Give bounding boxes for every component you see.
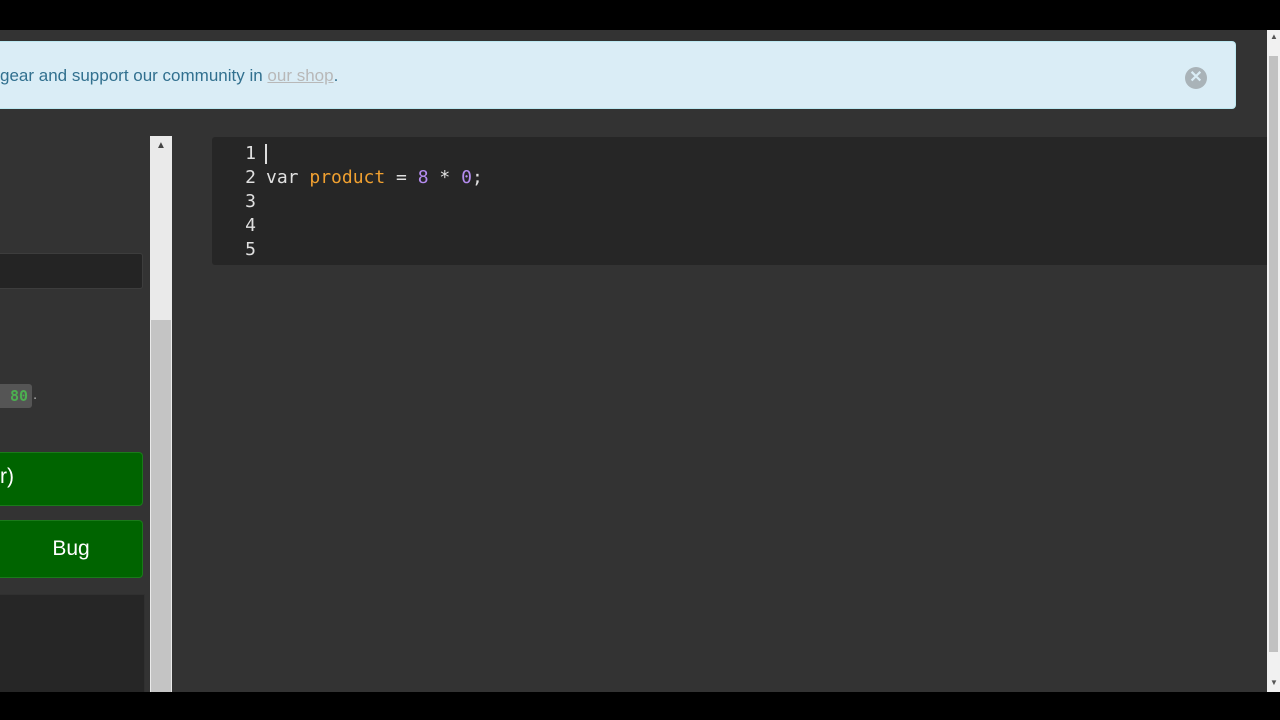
run-tests-button[interactable]: r)	[0, 452, 143, 506]
panel-input-box	[0, 253, 143, 289]
scroll-thumb[interactable]	[151, 320, 171, 692]
line-number: 2	[245, 167, 256, 188]
editor-line[interactable]: 2 var product = 8 * 0;	[212, 166, 1267, 190]
code-token: 0	[461, 167, 472, 188]
banner-text-prefix: gear and support our community in	[0, 66, 268, 85]
instructions-panel: 80 . r) Bug	[0, 136, 150, 692]
page-scroll-down-icon[interactable]: ▼	[1270, 678, 1278, 687]
code-token: 8	[417, 167, 429, 188]
report-bug-button[interactable]: Bug	[0, 520, 143, 578]
code-token: =	[385, 167, 418, 188]
banner-text-suffix: .	[333, 66, 339, 85]
code-token: ;	[471, 167, 483, 188]
editor-line[interactable]: 5	[212, 238, 1267, 262]
line-code: var product = 8 * 0;	[266, 166, 483, 190]
page-scroll-up-icon[interactable]: ▲	[1270, 32, 1278, 41]
page-scroll-thumb[interactable]	[1269, 56, 1278, 652]
shop-link[interactable]: our shop	[267, 66, 333, 85]
code-token: *	[428, 167, 462, 188]
editor-line[interactable]: 3	[212, 190, 1267, 214]
run-tests-label: r)	[0, 465, 14, 488]
close-icon[interactable]: ✕	[1185, 67, 1207, 89]
code-editor[interactable]: 1 2 var product = 8 * 0; 3 4 5	[212, 137, 1267, 265]
taskbar	[0, 692, 1280, 720]
panel-scrollbar[interactable]: ▲	[150, 136, 172, 692]
shop-banner: gear and support our community in our sh…	[0, 41, 1236, 109]
page-scrollbar[interactable]: ▲ ▼	[1267, 30, 1280, 692]
code-token: var	[266, 167, 299, 188]
line-number: 5	[245, 239, 256, 260]
scroll-up-arrow-icon[interactable]: ▲	[156, 140, 166, 151]
browser-viewport: gear and support our community in our sh…	[0, 30, 1280, 692]
code-period: .	[33, 386, 38, 403]
output-box	[0, 594, 145, 692]
editor-line[interactable]: 4	[212, 214, 1267, 238]
code-token: product	[309, 167, 386, 188]
line-number: 4	[245, 215, 256, 236]
code-value-chip: 80	[0, 384, 32, 408]
line-number: 1	[245, 143, 256, 164]
line-number: 3	[245, 191, 256, 212]
text-cursor	[265, 144, 267, 164]
banner-text: gear and support our community in our sh…	[0, 66, 338, 86]
editor-line[interactable]: 1	[212, 142, 1267, 166]
